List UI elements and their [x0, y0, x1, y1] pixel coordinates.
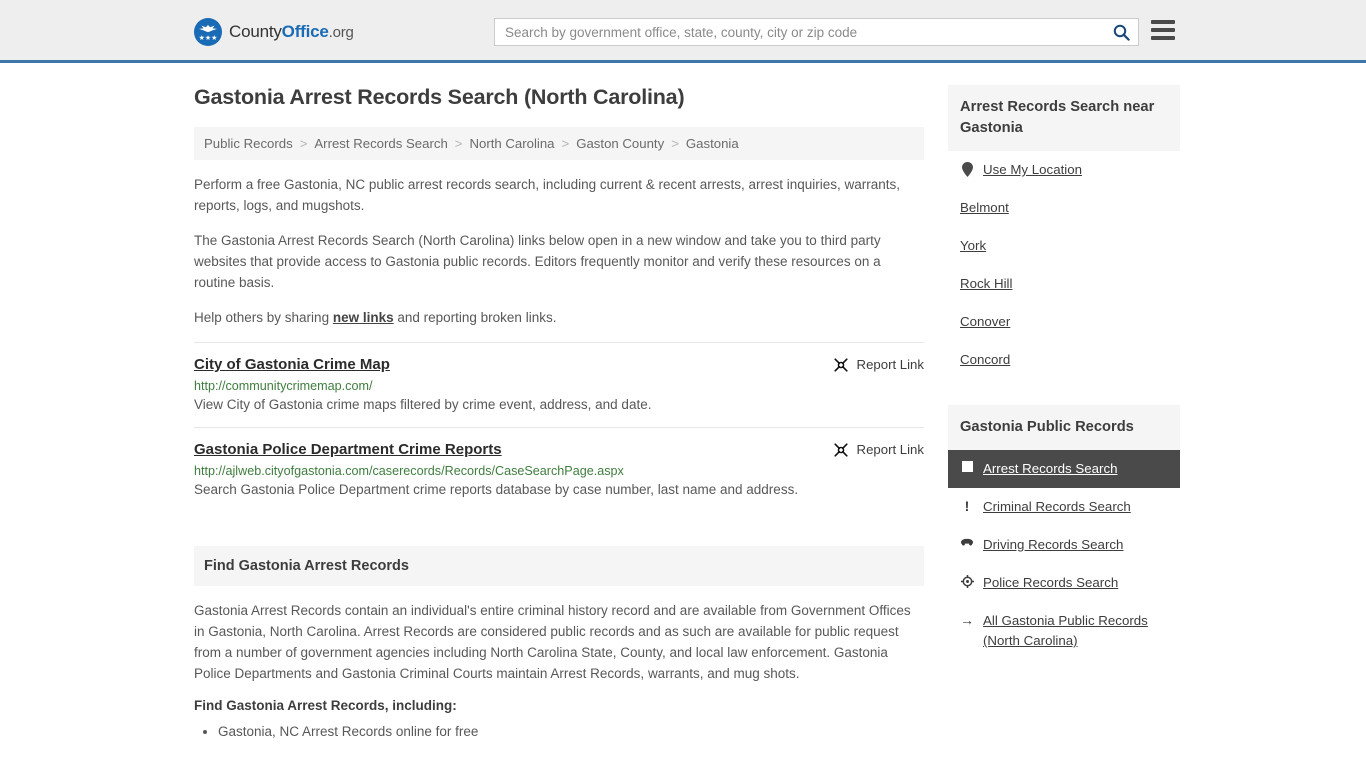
resource-link-description: Search Gastonia Police Department crime …	[194, 481, 799, 497]
breadcrumb-item-gaston-county[interactable]: Gaston County	[576, 136, 664, 151]
link-entry-header: City of Gastonia Crime Map Report Link	[194, 356, 924, 373]
arrow-right-icon: →	[960, 612, 974, 628]
resource-link-title[interactable]: City of Gastonia Crime Map	[194, 356, 390, 373]
breadcrumb-separator: >	[299, 135, 308, 151]
breadcrumb-separator: >	[671, 135, 679, 151]
list-item: Gastonia, NC Arrest Records online for f…	[218, 721, 924, 743]
sidebar-public-records-list: Arrest Records Search ! Criminal Records…	[948, 450, 1180, 660]
content-row: Gastonia Arrest Records Search (North Ca…	[194, 63, 1180, 743]
search-input[interactable]	[495, 19, 1104, 45]
sidebar-item-label[interactable]: Driving Records Search	[983, 535, 1123, 555]
broken-link-icon	[833, 358, 848, 372]
sidebar-item-rock-hill[interactable]: Rock Hill	[948, 265, 1180, 303]
breadcrumb-item-gastonia[interactable]: Gastonia	[686, 136, 739, 151]
find-records-heading: Find Gastonia Arrest Records	[194, 545, 924, 586]
resource-link-url: http://ajlweb.cityofgastonia.com/caserec…	[194, 463, 624, 478]
map-pin-icon	[960, 160, 974, 177]
sidebar-item-label[interactable]: Conover	[960, 312, 1010, 332]
link-entry-header: Gastonia Police Department Crime Reports…	[194, 441, 924, 458]
car-glyph	[961, 538, 973, 546]
sidebar-item-arrest-records-search[interactable]: Arrest Records Search	[948, 450, 1180, 488]
eagle-glyph	[199, 25, 217, 33]
sidebar-item-belmont[interactable]: Belmont	[948, 189, 1180, 227]
report-link-button[interactable]: Report Link	[833, 356, 924, 373]
sidebar-nearby-block: Arrest Records Search near Gastonia Use …	[948, 85, 1180, 379]
fingerprint-card-icon	[960, 459, 974, 472]
resource-link-description: View City of Gastonia crime maps filtere…	[194, 396, 652, 412]
sidebar-item-driving-records-search[interactable]: Driving Records Search	[948, 526, 1180, 564]
sidebar-item-york[interactable]: York	[948, 227, 1180, 265]
sidebar-item-label[interactable]: Arrest Records Search	[983, 459, 1118, 479]
police-badge-glyph	[960, 575, 974, 588]
hamburger-bar-3	[1151, 36, 1175, 40]
map-pin-glyph	[961, 162, 973, 177]
search-bar[interactable]	[494, 18, 1139, 46]
sidebar-item-label[interactable]: Criminal Records Search	[983, 497, 1131, 517]
page-container: Gastonia Arrest Records Search (North Ca…	[0, 63, 1366, 743]
sidebar-nearby-heading: Arrest Records Search near Gastonia	[948, 85, 1180, 151]
search-button[interactable]	[1104, 19, 1138, 45]
sidebar-public-records-block: Gastonia Public Records Arrest Records S…	[948, 405, 1180, 660]
breadcrumb: Public Records > Arrest Records Search >…	[194, 126, 924, 160]
sidebar-item-criminal-records-search[interactable]: ! Criminal Records Search	[948, 488, 1180, 526]
sidebar: Arrest Records Search near Gastonia Use …	[948, 85, 1180, 743]
hamburger-bar-1	[1151, 20, 1175, 24]
site-logo-text: CountyOffice.org	[229, 22, 354, 42]
find-records-body: Gastonia Arrest Records contain an indiv…	[194, 602, 911, 681]
breadcrumb-item-north-carolina[interactable]: North Carolina	[469, 136, 554, 151]
share-text-before: Help others by sharing	[194, 309, 333, 325]
search-icon	[1113, 24, 1130, 41]
hamburger-menu-icon[interactable]	[1151, 20, 1175, 40]
breadcrumb-separator: >	[561, 135, 570, 151]
intro-paragraph-1: Perform a free Gastonia, NC public arres…	[194, 176, 901, 213]
eagle-shield-icon: ★★★	[194, 18, 222, 46]
sidebar-item-all-public-records[interactable]: → All Gastonia Public Records (North Car…	[948, 602, 1180, 660]
exclamation-icon: !	[964, 498, 970, 514]
page-title: Gastonia Arrest Records Search (North Ca…	[194, 85, 685, 109]
site-logo-link[interactable]: ★★★ CountyOffice.org	[194, 18, 354, 46]
resource-link-url: http://communitycrimemap.com/	[194, 378, 373, 393]
sidebar-item-police-records-search[interactable]: Police Records Search	[948, 564, 1180, 602]
report-link-label: Report Link	[856, 357, 924, 373]
share-text-after: and reporting broken links.	[393, 309, 557, 325]
report-link-label: Report Link	[856, 442, 924, 458]
breadcrumb-separator: >	[454, 135, 463, 151]
report-link-button[interactable]: Report Link	[833, 441, 924, 458]
brand-part-office: Office	[281, 22, 329, 41]
breadcrumb-item-arrest-records-search[interactable]: Arrest Records Search	[314, 136, 447, 151]
site-header: ★★★ CountyOffice.org	[0, 0, 1366, 63]
car-icon	[960, 535, 974, 546]
sidebar-item-label[interactable]: Belmont	[960, 198, 1009, 218]
sidebar-item-label[interactable]: Police Records Search	[983, 573, 1118, 593]
hamburger-bar-2	[1151, 28, 1175, 32]
new-links-link[interactable]: new links	[333, 310, 394, 325]
find-records-subheading: Find Gastonia Arrest Records, including:	[194, 697, 457, 713]
sidebar-nearby-list: Use My Location Belmont York Rock Hill C…	[948, 151, 1180, 379]
link-entry: City of Gastonia Crime Map Report Link h…	[194, 341, 924, 427]
sidebar-item-label[interactable]: Use My Location	[983, 160, 1082, 180]
sidebar-item-label[interactable]: Concord	[960, 350, 1010, 370]
broken-link-icon	[833, 443, 848, 457]
sidebar-item-label[interactable]: Rock Hill	[960, 274, 1012, 294]
intro-paragraph-3: Help others by sharing new links and rep…	[194, 307, 924, 328]
intro-paragraph-2: The Gastonia Arrest Records Search (Nort…	[194, 232, 881, 290]
police-badge-icon	[960, 573, 974, 588]
fingerprint-card-glyph	[961, 461, 973, 472]
main-column: Gastonia Arrest Records Search (North Ca…	[194, 85, 924, 743]
find-records-list: Gastonia, NC Arrest Records online for f…	[194, 721, 924, 743]
stars-glyph: ★★★	[198, 35, 218, 42]
sidebar-item-use-my-location[interactable]: Use My Location	[948, 151, 1180, 189]
link-entry: Gastonia Police Department Crime Reports…	[194, 426, 924, 512]
brand-suffix: .org	[328, 24, 354, 41]
breadcrumb-item-public-records[interactable]: Public Records	[204, 136, 293, 151]
sidebar-item-label[interactable]: All Gastonia Public Records (North Carol…	[983, 611, 1168, 651]
sidebar-item-conover[interactable]: Conover	[948, 303, 1180, 341]
sidebar-item-concord[interactable]: Concord	[948, 341, 1180, 379]
sidebar-public-records-heading: Gastonia Public Records	[948, 405, 1180, 450]
resource-link-title[interactable]: Gastonia Police Department Crime Reports	[194, 441, 502, 458]
brand-part-county: County	[229, 22, 282, 41]
sidebar-item-label[interactable]: York	[960, 236, 986, 256]
